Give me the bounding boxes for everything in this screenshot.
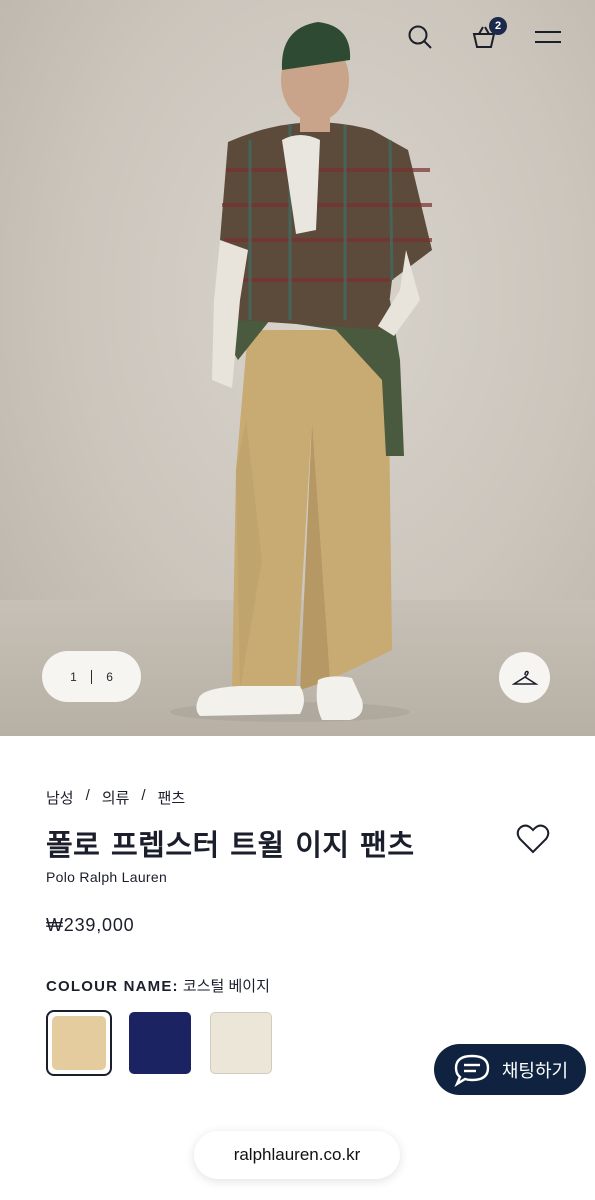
chat-bubble-icon [454, 1054, 490, 1087]
swatch-navy[interactable] [127, 1010, 193, 1076]
browser-url-bar[interactable]: ralphlauren.co.kr [194, 1131, 400, 1179]
swatch-fill [52, 1016, 106, 1070]
heart-icon [516, 824, 550, 854]
size-guide-button[interactable] [499, 652, 550, 703]
brand-name: Polo Ralph Lauren [46, 869, 168, 885]
pager-divider [90, 669, 93, 684]
wishlist-button[interactable] [516, 823, 550, 855]
swatch-fill [210, 1012, 272, 1074]
colour-value: 코스털 베이지 [182, 978, 270, 995]
breadcrumb-separator: / [141, 787, 146, 804]
colour-swatches [46, 1010, 274, 1076]
cart-button[interactable]: 2 [469, 17, 507, 52]
breadcrumb-item-clothing[interactable]: 의류 [102, 787, 130, 808]
chat-button[interactable]: 채팅하기 [434, 1044, 586, 1095]
breadcrumb-item-men[interactable]: 남성 [46, 787, 74, 808]
chat-label: 채팅하기 [501, 1060, 569, 1081]
swatch-beige[interactable] [46, 1010, 112, 1076]
swatch-fill [129, 1012, 191, 1074]
product-image-gallery[interactable]: 2 1 6 [0, 0, 595, 736]
header-toolbar: 2 [405, 17, 563, 52]
hanger-icon [511, 670, 538, 685]
image-pager: 1 6 [42, 651, 141, 702]
swatch-cream[interactable] [208, 1010, 274, 1076]
product-model-photo [170, 22, 432, 722]
colour-label: COLOUR NAME: [46, 978, 179, 995]
pager-total: 6 [106, 669, 113, 684]
colour-name-row: COLOUR NAME: 코스털 베이지 [46, 975, 270, 996]
cart-count-badge: 2 [489, 17, 507, 35]
menu-icon[interactable] [533, 22, 563, 52]
product-price: ₩239,000 [46, 915, 135, 935]
product-title: 폴로 프렙스터 트윌 이지 팬츠 [46, 828, 415, 862]
search-icon[interactable] [405, 22, 435, 52]
breadcrumb-item-pants[interactable]: 팬츠 [158, 787, 186, 808]
breadcrumb-separator: / [85, 787, 90, 804]
pager-current: 1 [70, 669, 77, 684]
breadcrumb: 남성 / 의류 / 팬츠 [46, 787, 185, 808]
